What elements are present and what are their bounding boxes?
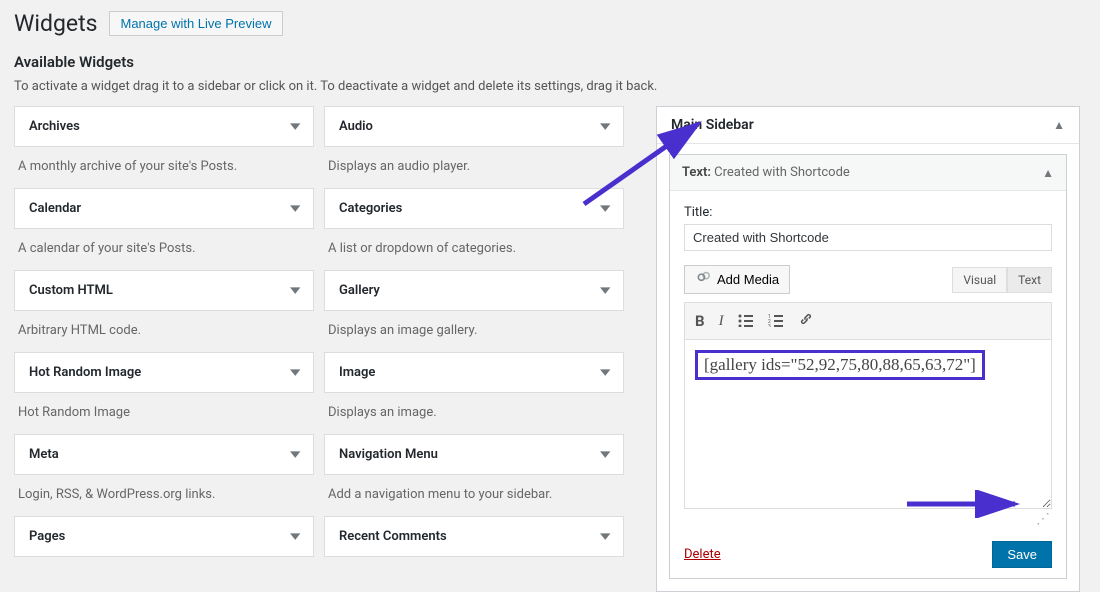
available-widget[interactable]: Pages ▾ [14, 516, 314, 557]
bold-button[interactable]: B [695, 312, 705, 330]
available-widget[interactable]: Archives ▾ [14, 106, 314, 147]
widget-description: A monthly archive of your site's Posts. [14, 147, 314, 188]
numbered-list-button[interactable]: 123 [768, 313, 784, 330]
bullet-list-button[interactable] [738, 313, 754, 330]
tab-text[interactable]: Text [1007, 267, 1052, 293]
widget-description: Hot Random Image [14, 393, 314, 434]
available-widgets-description: To activate a widget drag it to a sideba… [14, 79, 1080, 94]
widget-name: Meta [29, 447, 59, 462]
tab-visual[interactable]: Visual [952, 267, 1007, 293]
widget-name: Recent Comments [339, 529, 447, 544]
chevron-down-icon: ▾ [291, 365, 301, 380]
chevron-down-icon: ▾ [291, 529, 301, 544]
widget-description: Login, RSS, & WordPress.org links. [14, 475, 314, 516]
widget-instance-text: Text: Created with Shortcode ▲ Title: [669, 154, 1067, 579]
widget-description: Displays an audio player. [324, 147, 624, 188]
add-media-button[interactable]: Add Media [684, 265, 790, 294]
delete-link[interactable]: Delete [684, 547, 721, 562]
widget-subtitle: Created with Shortcode [714, 165, 850, 180]
widget-description: A calendar of your site's Posts. [14, 229, 314, 270]
widget-name: Hot Random Image [29, 365, 141, 380]
chevron-down-icon: ▾ [601, 119, 611, 134]
editor-toolbar: B I 123 [684, 302, 1052, 339]
widget-description: Arbitrary HTML code. [14, 311, 314, 352]
collapse-icon: ▲ [1053, 118, 1065, 132]
widget-name: Gallery [339, 283, 380, 298]
chevron-down-icon: ▾ [291, 447, 301, 462]
available-widget[interactable]: Recent Comments ▾ [324, 516, 624, 557]
available-widget[interactable]: Custom HTML ▾ [14, 270, 314, 311]
widget-description: Displays an image gallery. [324, 311, 624, 352]
widget-name: Image [339, 365, 375, 380]
link-button[interactable] [798, 311, 814, 331]
shortcode-text: [gallery ids="52,92,75,80,88,65,63,72"] [695, 350, 985, 380]
chevron-down-icon: ▾ [601, 529, 611, 544]
collapse-icon: ▲ [1042, 166, 1054, 180]
available-widget[interactable]: Hot Random Image ▾ [14, 352, 314, 393]
available-widget[interactable]: Calendar ▾ [14, 188, 314, 229]
available-widget[interactable]: Categories ▾ [324, 188, 624, 229]
widget-name: Custom HTML [29, 283, 113, 298]
chevron-down-icon: ▾ [601, 201, 611, 216]
widget-name: Archives [29, 119, 80, 134]
widget-name: Categories [339, 201, 402, 216]
widget-type-label: Text: [682, 165, 711, 180]
widget-description: Displays an image. [324, 393, 624, 434]
widget-name: Audio [339, 119, 373, 134]
available-widget[interactable]: Meta ▾ [14, 434, 314, 475]
resize-handle-icon[interactable]: ⋰ [1036, 511, 1052, 527]
chevron-down-icon: ▾ [291, 119, 301, 134]
widget-description: A list or dropdown of categories. [324, 229, 624, 270]
chevron-down-icon: ▾ [601, 447, 611, 462]
title-input[interactable] [684, 224, 1052, 251]
widget-name: Calendar [29, 201, 81, 216]
page-title: Widgets [14, 10, 97, 37]
chevron-down-icon: ▾ [291, 283, 301, 298]
available-widgets-heading: Available Widgets [14, 53, 1080, 71]
widget-name: Pages [29, 529, 65, 544]
media-icon [695, 271, 711, 288]
available-widget[interactable]: Audio ▾ [324, 106, 624, 147]
sidebar-header[interactable]: Main Sidebar ▲ [657, 107, 1079, 144]
widget-description: Add a navigation menu to your sidebar. [324, 475, 624, 516]
chevron-down-icon: ▾ [601, 365, 611, 380]
save-button[interactable]: Save [992, 541, 1052, 568]
available-widget[interactable]: Navigation Menu ▾ [324, 434, 624, 475]
widget-name: Navigation Menu [339, 447, 438, 462]
chevron-down-icon: ▾ [601, 283, 611, 298]
italic-button[interactable]: I [719, 313, 724, 330]
content-editor[interactable]: [gallery ids="52,92,75,80,88,65,63,72"] [684, 339, 1052, 509]
sidebar-area-main: Main Sidebar ▲ Text: Created with Shortc… [656, 106, 1080, 592]
title-field-label: Title: [684, 205, 1052, 220]
sidebar-title: Main Sidebar [671, 117, 754, 133]
available-widget[interactable]: Image ▾ [324, 352, 624, 393]
manage-live-preview-button[interactable]: Manage with Live Preview [109, 11, 282, 36]
chevron-down-icon: ▾ [291, 201, 301, 216]
available-widget[interactable]: Gallery ▾ [324, 270, 624, 311]
widget-instance-header[interactable]: Text: Created with Shortcode ▲ [670, 155, 1066, 191]
svg-text:3: 3 [768, 324, 771, 327]
